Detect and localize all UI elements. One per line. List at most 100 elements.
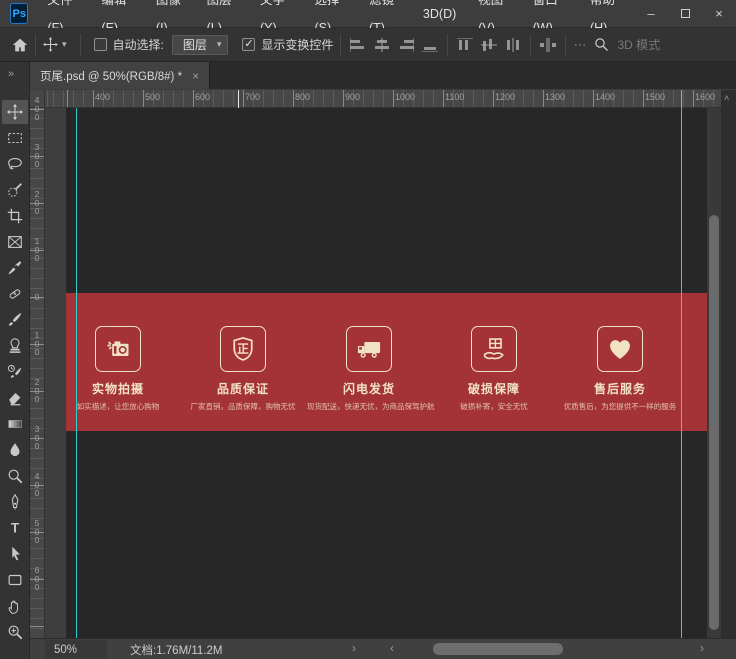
zoom-level-value: 50% (54, 644, 77, 656)
feature-subtitle: 破损补寄，安全无忧 (432, 401, 556, 412)
brush-tool[interactable] (2, 308, 28, 332)
align-horizontal-centers-icon[interactable] (372, 36, 392, 54)
dropdown-value: 图层 (183, 36, 207, 53)
document-canvas[interactable]: 实物拍摄如实描述，让您放心购物正品质保证厂家直销，品质保障，购物无忧闪电发货现货… (66, 108, 707, 638)
eraser-tool[interactable] (2, 386, 28, 410)
path-selection-tool[interactable] (2, 542, 28, 566)
toolbar-collapse-icon[interactable]: » (8, 68, 14, 80)
tab-bar: 页尾.psd @ 50%(RGB/8#) * × (30, 62, 736, 89)
align-bottom-edges-icon[interactable] (420, 36, 440, 54)
ruler-label: 400 (30, 96, 44, 122)
footer-banner: 实物拍摄如实描述，让您放心购物正品质保证厂家直销，品质保障，购物无忧闪电发货现货… (66, 293, 707, 431)
tab-close-icon[interactable]: × (192, 69, 199, 83)
feature-title: 售后服务 (558, 380, 682, 397)
rectangle-tool[interactable] (2, 568, 28, 592)
ruler-label: 1500 (645, 92, 665, 102)
vertical-ruler[interactable]: 4003002001000100200300400500600 (30, 108, 45, 638)
ruler-label: 700 (245, 92, 260, 102)
ruler-label: 600 (195, 92, 210, 102)
chevron-down-icon: ▾ (217, 39, 222, 50)
scroll-left-arrow-icon[interactable]: ‹ (390, 641, 394, 655)
healing-brush-tool[interactable] (2, 282, 28, 306)
ruler-label: 0 (30, 293, 44, 302)
eyedropper-tool-icon (6, 259, 24, 277)
guide-line[interactable] (681, 108, 682, 638)
document-tab-title: 页尾.psd @ 50%(RGB/8#) * (40, 68, 182, 84)
chevron-up-icon[interactable]: ˄ (724, 93, 729, 103)
horizontal-scrollbar-thumb[interactable] (433, 643, 563, 655)
clone-stamp-tool-icon (6, 337, 24, 355)
ruler-label: 1100 (445, 92, 464, 102)
vertical-scrollbar[interactable] (707, 108, 721, 638)
distribute-horizontal-icon[interactable] (538, 36, 558, 54)
rectangular-marquee-tool[interactable] (2, 126, 28, 150)
clone-stamp-tool[interactable] (2, 334, 28, 358)
chevron-down-icon[interactable]: ▾ (62, 39, 67, 50)
more-align-options-icon[interactable]: ⋯ (573, 37, 586, 53)
dodge-tool[interactable] (2, 464, 28, 488)
auto-select-checkbox[interactable] (94, 38, 107, 51)
vertical-scrollbar-thumb[interactable] (709, 215, 719, 630)
zoom-level-field[interactable]: 50% (45, 640, 107, 659)
history-brush-tool-icon (6, 363, 24, 381)
photoshop-logo-icon: Ps (10, 3, 28, 24)
quick-selection-tool[interactable] (2, 178, 28, 202)
dodge-tool-icon (6, 467, 24, 485)
auto-select-target-dropdown[interactable]: 图层 ▾ (172, 35, 229, 55)
ruler-label: 600 (30, 566, 44, 592)
align-right-edges-icon[interactable] (396, 36, 416, 54)
history-brush-tool[interactable] (2, 360, 28, 384)
search-icon[interactable] (594, 37, 609, 52)
window-controls: – × (634, 0, 736, 27)
photoshop-window: Ps 文件(F)编辑(E)图像(I)图层(L)文字(Y)选择(S)滤镜(T)3D… (0, 0, 736, 659)
ruler-label: 200 (30, 378, 44, 404)
align-left-edges-icon[interactable] (348, 36, 368, 54)
truck-icon (355, 335, 383, 363)
guide-line[interactable] (76, 108, 77, 638)
show-transform-label: 显示变换控件 (261, 36, 333, 53)
auto-select-label: 自动选择: (113, 36, 164, 53)
feature-item: 售后服务优质售后，为您提供不一样的服务 (558, 326, 682, 412)
blur-tool-icon (6, 441, 24, 459)
feature-icon-box (95, 326, 141, 372)
menu-3D[interactable]: 3D(D) (412, 0, 467, 28)
ruler-guide-marker (681, 90, 682, 108)
ruler-label: 100 (30, 331, 44, 357)
align-top-edges-icon[interactable] (455, 36, 475, 54)
frame-tool[interactable] (2, 230, 28, 254)
minimize-button[interactable]: – (634, 0, 668, 27)
type-tool[interactable]: T (2, 516, 28, 540)
zoom-tool[interactable] (2, 620, 28, 644)
scroll-right-arrow-icon[interactable]: › (700, 641, 704, 655)
feature-title: 破损保障 (432, 380, 556, 397)
lasso-tool[interactable] (2, 152, 28, 176)
close-button[interactable]: × (702, 0, 736, 27)
maximize-button[interactable] (668, 0, 702, 27)
show-transform-checkbox[interactable] (242, 38, 255, 51)
ruler-label: 500 (30, 519, 44, 545)
horizontal-ruler[interactable]: 4005006007008009001000110012001300140015… (45, 90, 721, 108)
ruler-label: 800 (295, 92, 310, 102)
blur-tool[interactable] (2, 438, 28, 462)
eyedropper-tool[interactable] (2, 256, 28, 280)
distribute-icons-group (538, 36, 558, 54)
canvas-viewport[interactable]: 实物拍摄如实描述，让您放心购物正品质保证厂家直销，品质保障，购物无忧闪电发货现货… (45, 108, 707, 638)
distribute-vertical-icon[interactable] (503, 36, 523, 54)
home-icon[interactable] (12, 37, 28, 53)
align-vertical-centers-icon[interactable] (479, 36, 499, 54)
move-tool-preset-icon[interactable] (43, 37, 58, 52)
document-tab[interactable]: 页尾.psd @ 50%(RGB/8#) * × (30, 62, 210, 89)
feature-item: 实物拍摄如实描述，让您放心购物 (56, 326, 180, 412)
align-icons-group (348, 36, 440, 54)
hand-tool[interactable] (2, 594, 28, 618)
crop-tool[interactable] (2, 204, 28, 228)
menu-bar: Ps 文件(F)编辑(E)图像(I)图层(L)文字(Y)选择(S)滤镜(T)3D… (0, 0, 736, 28)
camera-icon (104, 335, 132, 363)
status-popup-arrow-icon[interactable]: › (352, 641, 356, 655)
ruler-label: 300 (30, 143, 44, 169)
move-tool[interactable] (2, 100, 28, 124)
pen-tool[interactable] (2, 490, 28, 514)
gradient-tool-icon (6, 415, 24, 433)
gradient-tool[interactable] (2, 412, 28, 436)
eraser-tool-icon (6, 389, 24, 407)
